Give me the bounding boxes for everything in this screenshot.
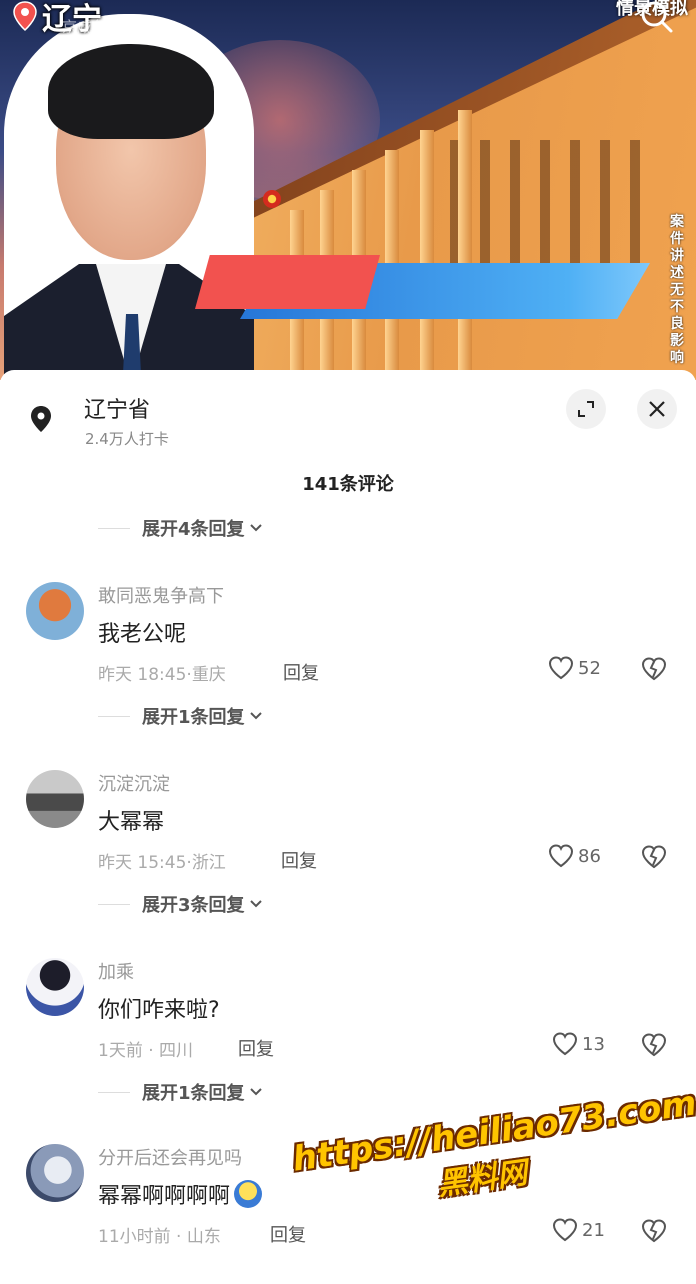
- checkin-count: 2.4万人打卡: [85, 430, 169, 448]
- avatar[interactable]: [26, 770, 84, 828]
- portrait-image: [4, 14, 254, 380]
- broken-heart-icon[interactable]: [640, 657, 668, 681]
- comment-text-row: 幂幂啊啊啊啊: [98, 1178, 263, 1210]
- heart-icon: [548, 844, 574, 868]
- expand-replies-button[interactable]: 展开1条回复: [98, 702, 263, 730]
- expand-replies-button[interactable]: 展开4条回复: [98, 514, 263, 542]
- building-windows: [420, 140, 640, 270]
- expand-replies-button[interactable]: 展开3条回复: [98, 890, 263, 918]
- comment-region: 四川: [159, 1041, 194, 1061]
- search-icon[interactable]: [640, 2, 674, 36]
- avatar[interactable]: [26, 582, 84, 640]
- comment-time: 11小时前: [98, 1227, 171, 1247]
- close-button[interactable]: [637, 389, 677, 429]
- comment-username[interactable]: 沉淀沉淀: [98, 770, 170, 796]
- comment-time: 1天前: [98, 1041, 143, 1061]
- location-pin-icon: [13, 1, 37, 32]
- like-button[interactable]: 52: [548, 656, 601, 680]
- comment-meta: 昨天 15:45·浙江: [98, 853, 226, 873]
- expand-replies-label: 展开1条回复: [142, 707, 245, 728]
- national-emblem: [263, 190, 281, 208]
- comment-time: 昨天 18:45: [98, 665, 187, 685]
- comment-region: 重庆: [191, 665, 226, 685]
- disclaimer-note: 案件讲述 无不良影响: [670, 214, 684, 366]
- comment-meta: 昨天 18:45·重庆: [98, 665, 226, 685]
- comment-region: 浙江: [191, 853, 226, 873]
- like-count: 52: [578, 657, 601, 679]
- comment-meta: 11小时前 · 山东: [98, 1227, 221, 1247]
- comment-item: 沉淀沉淀 大幂幂 昨天 15:45·浙江 回复 86: [0, 770, 696, 910]
- chevron-down-icon: [249, 712, 262, 720]
- video-watermark: 京咸鱼: [62, 18, 108, 36]
- heart-icon: [548, 656, 574, 680]
- chevron-down-icon: [249, 524, 262, 532]
- divider: [98, 1091, 130, 1093]
- comment-meta: 1天前 · 四川: [98, 1041, 194, 1061]
- like-button[interactable]: 21: [552, 1218, 605, 1242]
- like-button[interactable]: 86: [548, 844, 601, 868]
- comment-item: 加乘 你们咋来啦? 1天前 · 四川 回复 13: [0, 958, 696, 1098]
- chevron-down-icon: [249, 900, 262, 908]
- comment-region: 山东: [186, 1227, 221, 1247]
- comment-text: 我老公呢: [98, 622, 187, 647]
- expand-button[interactable]: [566, 389, 606, 429]
- heart-icon: [552, 1218, 578, 1242]
- divider: [98, 527, 130, 529]
- expand-replies-label: 展开4条回复: [142, 519, 245, 540]
- avatar[interactable]: [26, 1144, 84, 1202]
- chevron-down-icon: [249, 1088, 262, 1096]
- like-count: 21: [582, 1219, 605, 1241]
- reply-button[interactable]: 回复: [238, 1035, 274, 1061]
- comment-time: 昨天 15:45: [98, 853, 187, 873]
- comment-item: 敢同恶鬼争高下 我老公呢 昨天 18:45·重庆 回复 52: [0, 582, 696, 722]
- comment-username[interactable]: 分开后还会再见吗: [98, 1144, 242, 1170]
- broken-heart-icon[interactable]: [640, 845, 668, 869]
- expand-icon: [578, 401, 594, 417]
- expand-replies-label: 展开1条回复: [142, 1083, 245, 1104]
- emoji-icon: [234, 1180, 263, 1208]
- heart-icon: [552, 1032, 578, 1056]
- comment-username[interactable]: 敢同恶鬼争高下: [98, 582, 224, 608]
- broken-heart-icon[interactable]: [640, 1033, 668, 1057]
- location-pin-icon: [31, 406, 51, 432]
- divider: [98, 903, 130, 905]
- expand-replies-button[interactable]: 展开1条回复: [98, 1078, 263, 1106]
- reply-button[interactable]: 回复: [270, 1221, 306, 1247]
- banner-red: [195, 255, 380, 309]
- column: [420, 130, 434, 380]
- divider: [98, 715, 130, 717]
- comment-text: 你们咋来啦?: [98, 998, 220, 1023]
- like-button[interactable]: 13: [552, 1032, 605, 1056]
- comment-username[interactable]: 加乘: [98, 958, 134, 984]
- reply-button[interactable]: 回复: [283, 659, 319, 685]
- hair: [48, 44, 214, 139]
- comment-text: 幂幂啊啊啊啊: [98, 1184, 231, 1209]
- like-count: 86: [578, 845, 601, 867]
- comment-text: 大幂幂: [98, 810, 165, 835]
- column: [458, 110, 472, 380]
- reply-button[interactable]: 回复: [281, 847, 317, 873]
- location-name[interactable]: 辽宁省: [84, 392, 150, 424]
- avatar[interactable]: [26, 958, 84, 1016]
- broken-heart-icon[interactable]: [640, 1219, 668, 1243]
- like-count: 13: [582, 1033, 605, 1055]
- close-icon: [649, 401, 665, 417]
- comments-count-title: 141条评论: [302, 474, 394, 495]
- video-player[interactable]: 辽宁 京咸鱼 情景模拟 案件讲述 无不良影响: [0, 0, 696, 380]
- expand-replies-label: 展开3条回复: [142, 895, 245, 916]
